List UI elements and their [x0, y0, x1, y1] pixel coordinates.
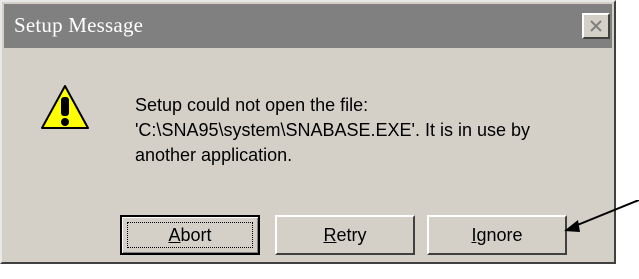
dialog-message: Setup could not open the file: 'C:\SNA95… [135, 93, 605, 168]
retry-button[interactable]: Retry [275, 215, 415, 255]
ignore-button[interactable]: Ignore [427, 215, 567, 255]
abort-button[interactable]: Abort [120, 215, 260, 255]
retry-button-label: Retry [323, 224, 367, 245]
setup-message-dialog: Setup Message Setup could not open the f… [0, 0, 616, 264]
title-bar[interactable]: Setup Message [4, 4, 612, 48]
focus-rectangle [127, 222, 253, 248]
message-line: another application. [135, 145, 293, 165]
ignore-button-label: Ignore [471, 224, 523, 245]
close-icon [590, 20, 602, 32]
close-button[interactable] [582, 13, 610, 39]
warning-icon [41, 85, 89, 129]
annotation-arrow-icon [564, 200, 639, 232]
dialog-title: Setup Message [14, 13, 144, 37]
message-line: 'C:\SNA95\system\SNABASE.EXE'. It is in … [135, 120, 531, 140]
message-line: Setup could not open the file: [135, 95, 369, 115]
